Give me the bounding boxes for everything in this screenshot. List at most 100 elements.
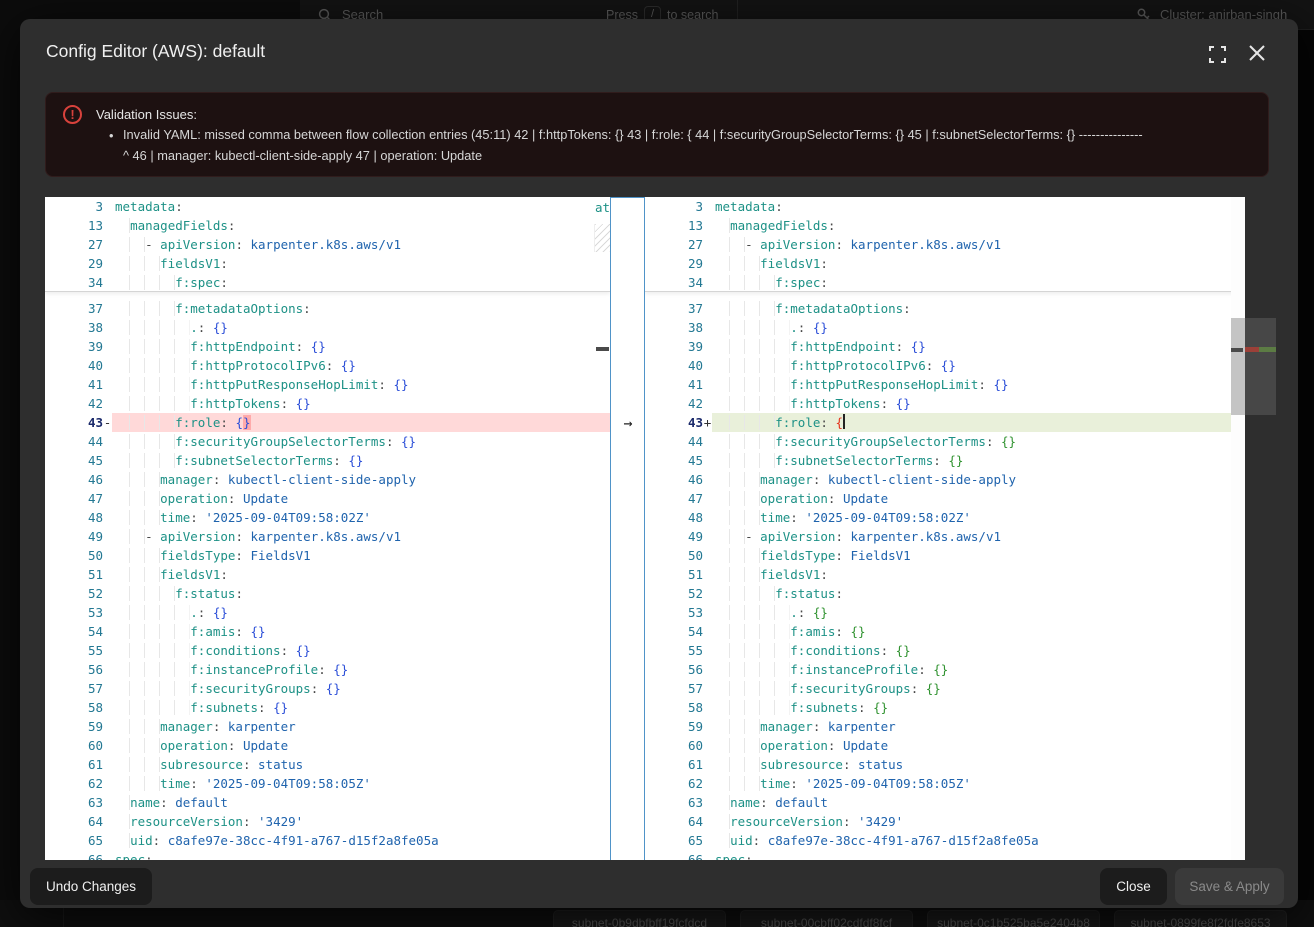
- code-line: 38 .: {}: [645, 318, 1245, 337]
- code-line: 58 f:subnets: {}: [45, 698, 610, 717]
- code-line: 46 manager: kubectl-client-side-apply: [45, 470, 610, 489]
- code-line: 40 f:httpProtocolIPv6: {}: [45, 356, 610, 375]
- code-line: 61 subresource: status: [45, 755, 610, 774]
- code-line: 59 manager: karpenter: [45, 717, 610, 736]
- clipped-text-fragment: at: [595, 200, 610, 216]
- diff-sash[interactable]: →: [610, 197, 645, 860]
- scrollbar-thumb[interactable]: [1231, 318, 1245, 415]
- code-line: 42 f:httpTokens: {}: [45, 394, 610, 413]
- code-line: 29 fieldsV1:: [45, 254, 610, 273]
- save-apply-button[interactable]: Save & Apply: [1175, 868, 1284, 905]
- code-line: 41 f:httpPutResponseHopLimit: {}: [645, 375, 1245, 394]
- code-line: 65 uid: c8afe97e-38cc-4f91-a767-d15f2a8f…: [645, 831, 1245, 850]
- code-line: 61 subresource: status: [645, 755, 1245, 774]
- code-line: 56 f:instanceProfile: {}: [645, 660, 1245, 679]
- overview-deletion-mark: [1245, 347, 1259, 352]
- code-line: 60 operation: Update: [645, 736, 1245, 755]
- code-line: 55 f:conditions: {}: [45, 641, 610, 660]
- code-line: 27 - apiVersion: karpenter.k8s.aws/v1: [645, 235, 1245, 254]
- code-line: 41 f:httpPutResponseHopLimit: {}: [45, 375, 610, 394]
- code-line: 59 manager: karpenter: [645, 717, 1245, 736]
- undo-changes-button[interactable]: Undo Changes: [30, 868, 152, 905]
- code-line: 40 f:httpProtocolIPv6: {}: [645, 356, 1245, 375]
- code-line: 42 f:httpTokens: {}: [645, 394, 1245, 413]
- code-line: 39 f:httpEndpoint: {}: [645, 337, 1245, 356]
- code-line: 48 time: '2025-09-04T09:58:02Z': [45, 508, 610, 527]
- screen: Search Press / to search Cluster: anirba…: [0, 0, 1314, 927]
- code-line: 47 operation: Update: [645, 489, 1245, 508]
- fullscreen-icon: [1209, 46, 1226, 63]
- code-line: 53 .: {}: [45, 603, 610, 622]
- validation-message-line2: ^ 46 | manager: kubectl-client-side-appl…: [123, 145, 1258, 166]
- validation-banner: ! Validation Issues: • Invalid YAML: mis…: [45, 92, 1269, 177]
- code-line: 37 f:metadataOptions:: [645, 299, 1245, 318]
- code-line: 45 f:subnetSelectorTerms: {}: [45, 451, 610, 470]
- sticky-scroll-right: 3metadata:13 managedFields:27 - apiVersi…: [645, 197, 1245, 292]
- code-line: 37 f:metadataOptions:: [45, 299, 610, 318]
- code-line: 34 f:spec:: [645, 273, 1245, 292]
- code-line: 53 .: {}: [645, 603, 1245, 622]
- code-line: 49 - apiVersion: karpenter.k8s.aws/v1: [45, 527, 610, 546]
- code-line: 27 - apiVersion: karpenter.k8s.aws/v1: [45, 235, 610, 254]
- code-line: 52 f:status:: [645, 584, 1245, 603]
- validation-title: Validation Issues:: [96, 107, 197, 122]
- code-line: 60 operation: Update: [45, 736, 610, 755]
- code-line: 51 fieldsV1:: [45, 565, 610, 584]
- revert-change-arrow[interactable]: →: [618, 414, 638, 433]
- fullscreen-button[interactable]: [1204, 41, 1230, 67]
- modal-title: Config Editor (AWS): default: [46, 41, 265, 62]
- code-line: 44 f:securityGroupSelectorTerms: {}: [45, 432, 610, 451]
- bullet: •: [109, 128, 113, 143]
- code-line: 66spec:: [45, 850, 610, 860]
- code-line: 44 f:securityGroupSelectorTerms: {}: [645, 432, 1245, 451]
- code-line: 3metadata:: [645, 197, 1245, 216]
- diff-pane-original[interactable]: 3metadata:13 managedFields:27 - apiVersi…: [45, 197, 610, 860]
- code-line: 62 time: '2025-09-04T09:58:05Z': [45, 774, 610, 793]
- diff-editor: 3metadata:13 managedFields:27 - apiVersi…: [45, 197, 1245, 860]
- code-line: 54 f:amis: {}: [45, 622, 610, 641]
- config-editor-modal: Config Editor (AWS): default ! Validatio…: [20, 19, 1298, 908]
- code-line: 13 managedFields:: [45, 216, 610, 235]
- code-line: 64 resourceVersion: '3429': [45, 812, 610, 831]
- code-line: 29 fieldsV1:: [645, 254, 1245, 273]
- overview-addition-mark: [1259, 347, 1276, 352]
- code-line: 48 time: '2025-09-04T09:58:02Z': [645, 508, 1245, 527]
- editor-scrollbar[interactable]: [1231, 197, 1245, 860]
- overview-viewport-slider[interactable]: [1245, 318, 1276, 415]
- code-line: 43- f:role: {}: [45, 413, 610, 432]
- code-line: 54 f:amis: {}: [645, 622, 1245, 641]
- diff-pane-modified[interactable]: 3metadata:13 managedFields:27 - apiVersi…: [645, 197, 1245, 860]
- code-line: 66spec:: [645, 850, 1245, 860]
- code-line: 13 managedFields:: [645, 216, 1245, 235]
- code-line: 57 f:securityGroups: {}: [645, 679, 1245, 698]
- diff-overview-ruler[interactable]: [1245, 197, 1276, 860]
- code-line: 45 f:subnetSelectorTerms: {}: [645, 451, 1245, 470]
- code-line: 55 f:conditions: {}: [645, 641, 1245, 660]
- code-line: 52 f:status:: [45, 584, 610, 603]
- code-line: 65 uid: c8afe97e-38cc-4f91-a767-d15f2a8f…: [45, 831, 610, 850]
- code-line: 62 time: '2025-09-04T09:58:05Z': [645, 774, 1245, 793]
- close-button[interactable]: Close: [1100, 868, 1167, 905]
- code-line: 3metadata:: [45, 197, 610, 216]
- code-line: 63 name: default: [645, 793, 1245, 812]
- error-icon: !: [63, 105, 82, 124]
- hidden-region-hatch: [594, 224, 610, 252]
- code-line: 58 f:subnets: {}: [645, 698, 1245, 717]
- code-line: 64 resourceVersion: '3429': [645, 812, 1245, 831]
- code-line: 50 fieldsType: FieldsV1: [45, 546, 610, 565]
- code-line: 50 fieldsType: FieldsV1: [645, 546, 1245, 565]
- code-line: 34 f:spec:: [45, 273, 610, 292]
- scrollbar-diff-mark-left: [596, 347, 609, 351]
- close-icon: [1249, 45, 1265, 61]
- code-line: 49 - apiVersion: karpenter.k8s.aws/v1: [645, 527, 1245, 546]
- code-line: 57 f:securityGroups: {}: [45, 679, 610, 698]
- code-line: 51 fieldsV1:: [645, 565, 1245, 584]
- code-line: 56 f:instanceProfile: {}: [45, 660, 610, 679]
- code-line: 38 .: {}: [45, 318, 610, 337]
- code-line: 46 manager: kubectl-client-side-apply: [645, 470, 1245, 489]
- code-line: 39 f:httpEndpoint: {}: [45, 337, 610, 356]
- code-line: 43+ f:role: {: [645, 413, 1245, 432]
- close-button-x[interactable]: [1244, 40, 1270, 66]
- code-line: 63 name: default: [45, 793, 610, 812]
- scrollbar-diff-mark-right: [1231, 348, 1243, 352]
